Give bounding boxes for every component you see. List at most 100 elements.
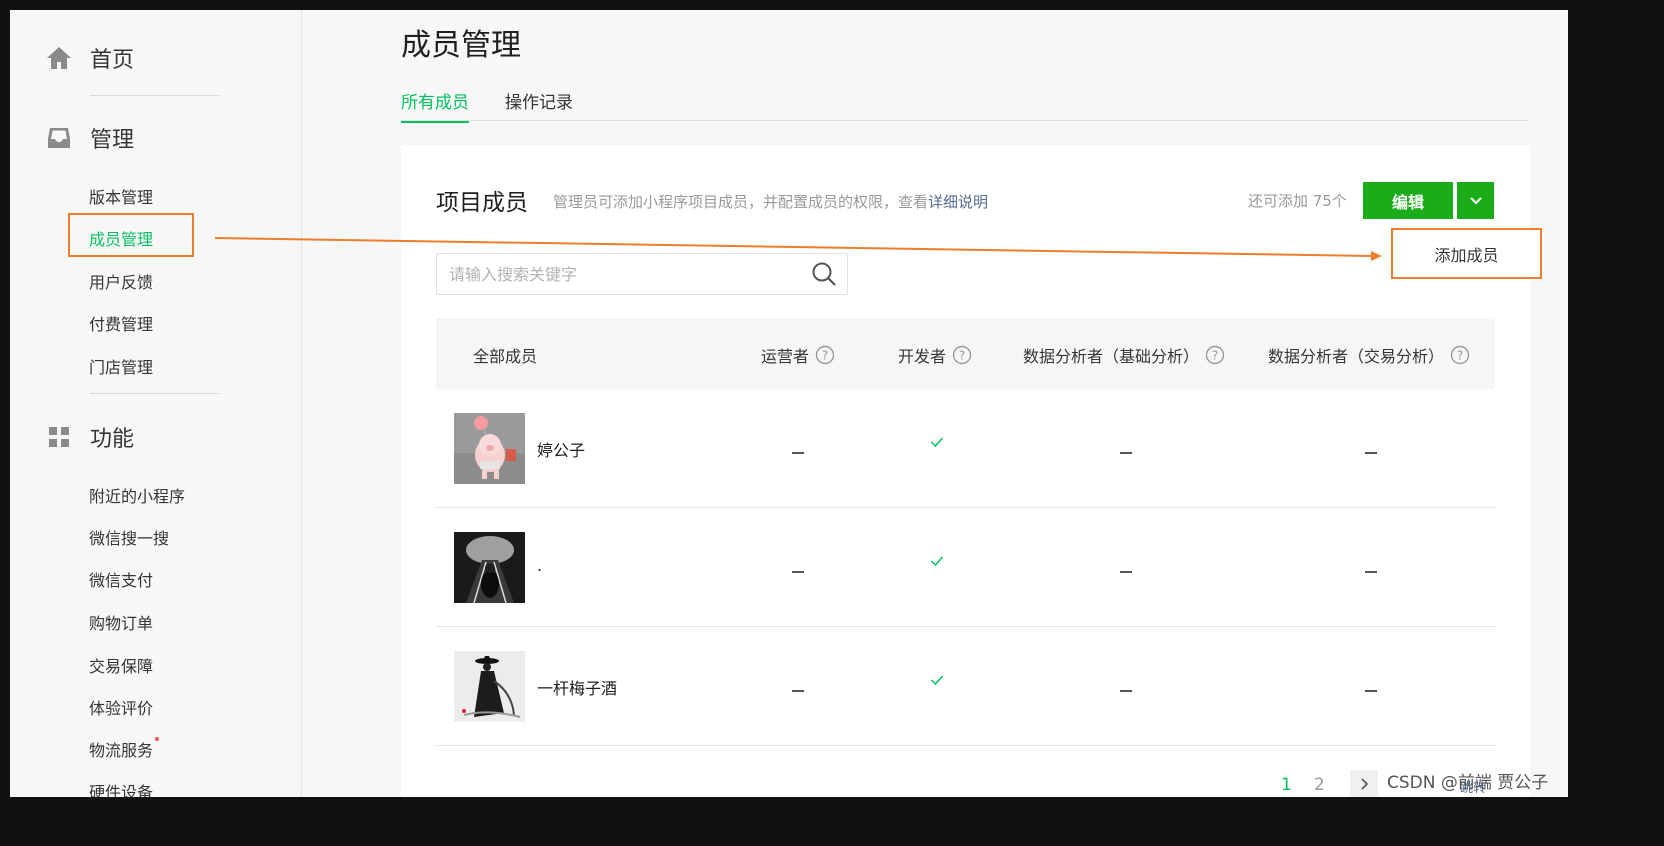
- operator-cell: [778, 677, 818, 696]
- add-member-menu-item[interactable]: 添加成员: [1391, 228, 1542, 279]
- column-all-members[interactable]: 全部成员: [473, 343, 537, 367]
- home-icon: [46, 45, 72, 71]
- page-2[interactable]: 2: [1314, 775, 1325, 795]
- check-icon: [930, 675, 944, 686]
- dash-icon: [1365, 452, 1377, 454]
- avatar: [454, 413, 525, 484]
- dash-icon: [1120, 571, 1132, 573]
- table-row: .: [436, 508, 1495, 627]
- svg-text:?: ?: [822, 349, 828, 363]
- developer-cell: [917, 433, 957, 452]
- details-link[interactable]: 详细说明: [928, 193, 988, 211]
- sidebar-divider: [90, 95, 219, 96]
- next-page-button[interactable]: [1350, 770, 1378, 797]
- card-title: 项目成员: [436, 190, 528, 216]
- dash-icon: [1120, 452, 1132, 454]
- analyst-basic-cell: [1106, 439, 1146, 458]
- developer-cell: [917, 671, 957, 690]
- sidebar-item-feedback[interactable]: 用户反馈: [89, 269, 153, 293]
- column-analyst-basic: 数据分析者（基础分析） ?: [1023, 343, 1225, 367]
- sidebar-item-stores[interactable]: 门店管理: [89, 354, 153, 378]
- avatar: [454, 651, 525, 722]
- inbox-icon: [46, 125, 72, 151]
- column-analyst-basic-label: 数据分析者（基础分析）: [1023, 347, 1200, 366]
- developer-cell: [917, 552, 957, 571]
- tab-all-members[interactable]: 所有成员: [401, 88, 469, 123]
- help-icon[interactable]: ?: [1205, 345, 1225, 365]
- annotation-highlight-box: [68, 213, 194, 257]
- edit-button[interactable]: 编辑: [1363, 182, 1453, 219]
- column-developer-label: 开发者: [898, 347, 947, 366]
- analyst-basic-cell: [1106, 677, 1146, 696]
- chevron-right-icon: [1361, 778, 1369, 790]
- operator-cell: [778, 558, 818, 577]
- table-row: 一杆梅子酒: [436, 627, 1495, 746]
- check-icon: [930, 556, 944, 567]
- page-title: 成员管理: [401, 28, 521, 63]
- check-icon: [930, 437, 944, 448]
- table-row: 婷公子: [436, 389, 1495, 508]
- sidebar-item-guarantee[interactable]: 交易保障: [89, 653, 153, 677]
- svg-text:?: ?: [1212, 349, 1218, 363]
- help-icon[interactable]: ?: [815, 345, 835, 365]
- analyst-trade-cell: [1351, 677, 1391, 696]
- remaining-count: 还可添加 75个: [1248, 192, 1347, 210]
- grid-icon: [46, 424, 72, 450]
- sidebar-features-label: 功能: [90, 427, 135, 452]
- app-window: 首页 管理 版本管理 成员管理 用户反馈 付费管理 门店管理 功能 附近的小程序…: [10, 10, 1568, 797]
- dash-icon: [792, 690, 804, 692]
- table-header: 全部成员 运营者 ? 开发者 ? 数据分析者（基础分析） ? 数据分析者（交易分…: [436, 318, 1495, 389]
- sidebar-home[interactable]: 首页: [46, 42, 134, 74]
- page-1[interactable]: 1: [1281, 775, 1292, 795]
- column-operator: 运营者 ?: [761, 343, 835, 367]
- sidebar-manage[interactable]: 管理: [46, 122, 134, 154]
- search-icon[interactable]: [811, 261, 837, 291]
- search-box: [436, 253, 848, 295]
- help-icon[interactable]: ?: [1450, 345, 1470, 365]
- sidebar-item-reviews[interactable]: 体验评价: [89, 695, 153, 719]
- tab-bar: 所有成员 操作记录: [401, 88, 1529, 123]
- dash-icon: [792, 571, 804, 573]
- sidebar-item-orders[interactable]: 购物订单: [89, 610, 153, 634]
- member-name: .: [537, 556, 543, 575]
- sidebar-manage-label: 管理: [90, 128, 135, 153]
- dash-icon: [792, 452, 804, 454]
- analyst-trade-cell: [1351, 439, 1391, 458]
- sidebar-item-wxpay[interactable]: 微信支付: [89, 567, 153, 591]
- watermark: CSDN @前端 贾公子: [1387, 773, 1549, 793]
- column-analyst-trade: 数据分析者（交易分析） ?: [1268, 343, 1470, 367]
- dash-icon: [1120, 690, 1132, 692]
- more-actions-button[interactable]: [1457, 182, 1494, 219]
- sidebar-item-version[interactable]: 版本管理: [89, 184, 153, 208]
- member-name: 一杆梅子酒: [537, 679, 618, 698]
- sidebar-item-payment[interactable]: 付费管理: [89, 311, 153, 335]
- column-operator-label: 运营者: [761, 347, 810, 366]
- svg-text:?: ?: [1457, 349, 1463, 363]
- sidebar-item-hardware[interactable]: 硬件设备: [89, 779, 153, 797]
- column-developer: 开发者 ?: [898, 343, 972, 367]
- sidebar-home-label: 首页: [90, 48, 135, 73]
- avatar: [454, 532, 525, 603]
- sidebar-item-search[interactable]: 微信搜一搜: [89, 525, 169, 549]
- dash-icon: [1365, 690, 1377, 692]
- sidebar-item-nearby[interactable]: 附近的小程序: [89, 483, 185, 507]
- notification-dot: [155, 737, 160, 741]
- members-card: 项目成员 管理员可添加小程序项目成员，并配置成员的权限，查看详细说明 还可添加 …: [401, 145, 1530, 797]
- tab-operation-log[interactable]: 操作记录: [505, 88, 573, 121]
- search-input[interactable]: [449, 262, 799, 286]
- card-description: 管理员可添加小程序项目成员，并配置成员的权限，查看详细说明: [553, 191, 988, 212]
- dash-icon: [1365, 571, 1377, 573]
- sidebar-item-logistics-label: 物流服务: [89, 741, 154, 760]
- sidebar-item-logistics[interactable]: 物流服务: [89, 737, 160, 761]
- chevron-down-icon: [1469, 196, 1482, 204]
- column-analyst-trade-label: 数据分析者（交易分析）: [1268, 347, 1445, 366]
- column-all-members-label: 全部成员: [473, 347, 538, 366]
- sidebar-divider: [90, 393, 219, 394]
- card-description-text: 管理员可添加小程序项目成员，并配置成员的权限，查看: [553, 193, 929, 211]
- member-name: 婷公子: [537, 441, 586, 460]
- analyst-basic-cell: [1106, 558, 1146, 577]
- sidebar-features[interactable]: 功能: [46, 421, 134, 453]
- help-icon[interactable]: ?: [952, 345, 972, 365]
- analyst-trade-cell: [1351, 558, 1391, 577]
- svg-text:?: ?: [959, 349, 965, 363]
